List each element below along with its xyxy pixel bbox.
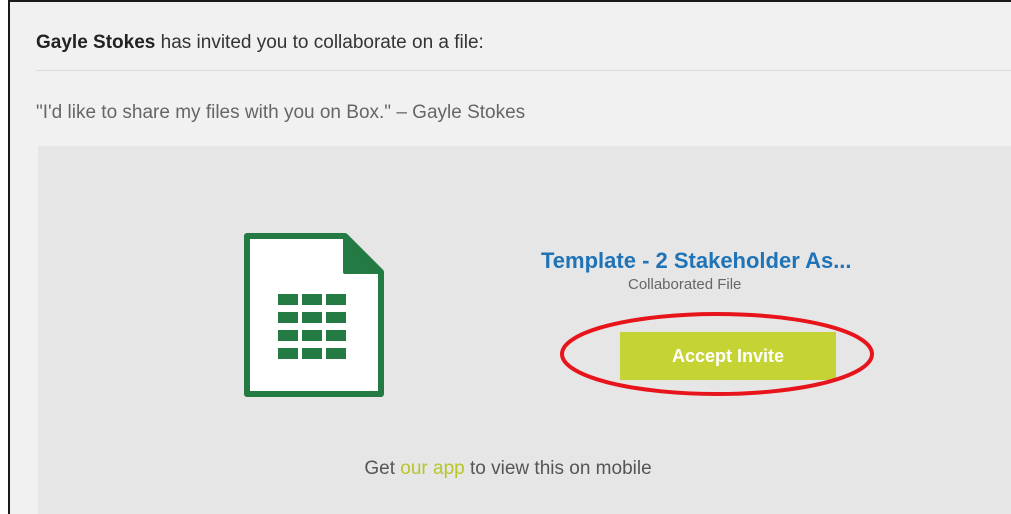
email-frame: Gayle Stokes has invited you to collabor… — [8, 0, 1011, 514]
mobile-prefix: Get — [364, 458, 401, 479]
invite-text: has invited you to collaborate on a file… — [155, 32, 484, 53]
our-app-link[interactable]: our app — [400, 458, 464, 479]
file-title-link[interactable]: Template - 2 Stakeholder As... — [541, 248, 941, 274]
spreadsheet-file-icon[interactable] — [243, 232, 385, 398]
header-divider — [36, 70, 1011, 71]
invite-header: Gayle Stokes has invited you to collabor… — [36, 32, 484, 54]
mobile-suffix: to view this on mobile — [464, 458, 652, 479]
inviter-name: Gayle Stokes — [36, 32, 156, 53]
accept-invite-button[interactable]: Accept Invite — [620, 332, 836, 380]
invite-message: "I'd like to share my files with you on … — [36, 102, 526, 123]
file-subtitle: Collaborated File — [628, 276, 742, 293]
file-card: Template - 2 Stakeholder As... Collabora… — [38, 146, 1011, 514]
mobile-app-line: Get our app to view this on mobile — [38, 458, 978, 480]
